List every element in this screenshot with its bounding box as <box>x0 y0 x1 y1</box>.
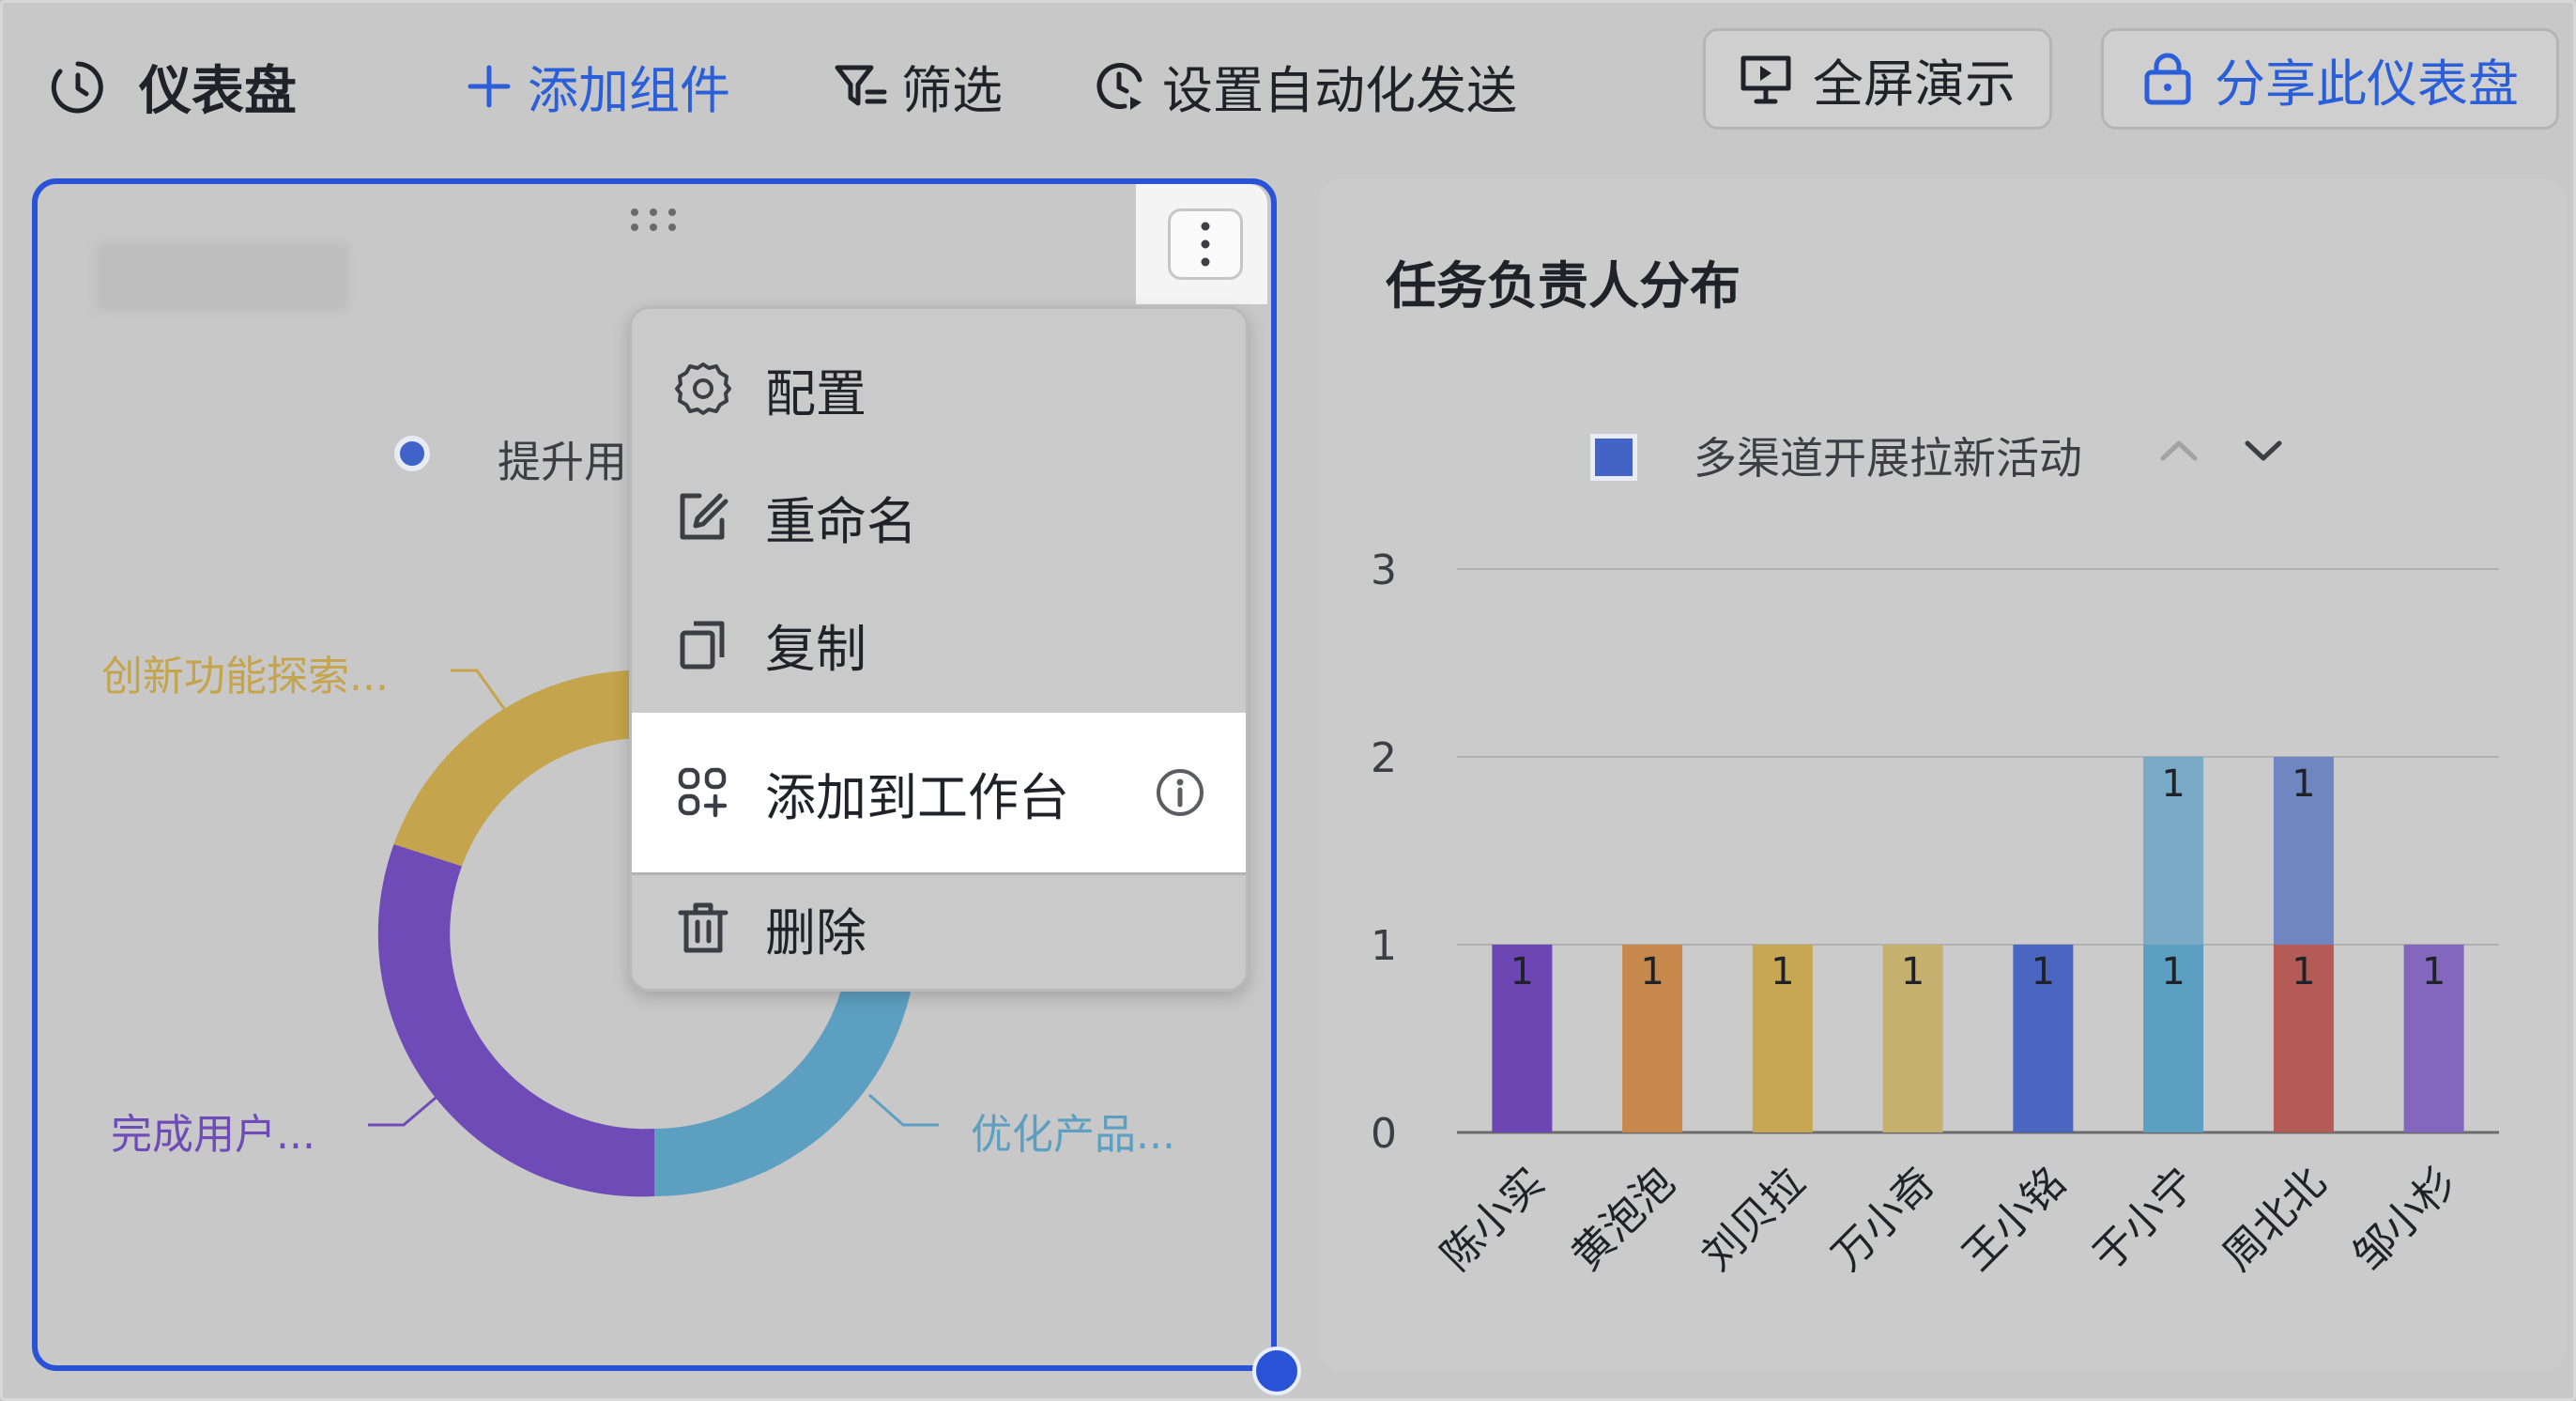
edit-icon <box>680 493 728 540</box>
bar-data-label: 1 <box>1771 950 1794 993</box>
lock-icon <box>2144 53 2191 105</box>
bar-chart-card[interactable]: 任务负责人分布 多渠道开展拉新活动 0 1 2 3 1 陈小实 1 黄泡泡 1 刘贝拉 1 万小奇 1 王… <box>1318 178 2567 1371</box>
x-tick-label: 陈小实 <box>1433 1159 1554 1280</box>
menu-item-duplicate[interactable]: 复制 <box>632 583 1246 705</box>
bar-data-label: 1 <box>2161 950 2185 993</box>
menu-item-label: 复制 <box>765 619 866 679</box>
filter-icon <box>835 65 887 105</box>
bar-data-label: 1 <box>2292 762 2315 806</box>
bar-data-label: 1 <box>2032 950 2055 993</box>
menu-item-label: 配置 <box>765 363 866 423</box>
add-widget-label: 添加组件 <box>528 61 730 120</box>
share-dashboard-button[interactable]: 分享此仪表盘 <box>2101 28 2559 130</box>
auto-send-button[interactable]: 设置自动化发送 <box>1093 49 1517 123</box>
add-widget-button[interactable]: 添加组件 <box>466 49 730 123</box>
y-tick-label: 3 <box>1371 547 1397 594</box>
x-tick-label: 邹小杉 <box>2344 1159 2465 1280</box>
y-tick-label: 0 <box>1371 1110 1397 1158</box>
menu-item-configure[interactable]: 配置 <box>632 328 1246 450</box>
menu-item-rename[interactable]: 重命名 <box>632 455 1246 577</box>
x-tick-label: 黄泡泡 <box>1563 1159 1684 1280</box>
fullscreen-label: 全屏演示 <box>1813 54 2016 114</box>
menu-divider <box>632 872 1246 875</box>
leader-line-optimize-product <box>868 1093 939 1127</box>
dashboard-title-group: 仪表盘 <box>49 49 297 125</box>
bar-data-label: 1 <box>1901 950 1924 993</box>
leader-line-innovation <box>451 669 507 711</box>
bar-data-label: 1 <box>2422 950 2446 993</box>
menu-item-add-to-workspace[interactable]: 添加到工作台 <box>632 713 1246 872</box>
fullscreen-button[interactable]: 全屏演示 <box>1703 28 2052 130</box>
trash-icon <box>678 902 728 953</box>
scheduled-send-icon <box>1096 62 1142 110</box>
x-tick-label: 王小铭 <box>1954 1159 2075 1280</box>
dashboard-clock-icon <box>51 61 103 113</box>
x-tick-label: 刘贝拉 <box>1693 1159 1814 1280</box>
bar-data-label: 1 <box>2292 950 2315 993</box>
bar-data-label: 1 <box>1510 950 1534 993</box>
x-tick-label: 周北北 <box>2214 1159 2335 1280</box>
slice-label-complete-user: 完成用户... <box>111 1111 315 1159</box>
gear-icon <box>675 362 731 415</box>
dashboard-toolbar: 仪表盘 添加组件 筛选 设置自动化发送 全屏演示 分享此仪表盘 <box>0 0 2576 160</box>
menu-item-label: 删除 <box>765 902 866 962</box>
y-tick-label: 2 <box>1371 734 1397 782</box>
slice-label-optimize-product: 优化产品... <box>971 1111 1175 1159</box>
donut-slice-innovation <box>393 670 654 867</box>
filter-button[interactable]: 筛选 <box>834 49 1003 123</box>
presentation-icon <box>1740 55 1791 104</box>
workspace-icon <box>678 767 728 818</box>
bar-data-label: 1 <box>2161 762 2185 806</box>
menu-item-label: 添加到工作台 <box>765 767 1069 827</box>
slice-label-innovation: 创新功能探索... <box>101 653 389 700</box>
plus-icon <box>468 65 511 107</box>
menu-item-delete[interactable]: 删除 <box>632 876 1246 979</box>
auto-send-label: 设置自动化发送 <box>1162 61 1517 120</box>
bar-data-label: 1 <box>1640 950 1664 993</box>
card-context-menu: 配置 重命名 复制 添加到工作台 删除 <box>629 306 1249 992</box>
y-tick-label: 1 <box>1371 922 1397 970</box>
share-dashboard-label: 分享此仪表盘 <box>2215 54 2519 114</box>
copy-icon <box>680 621 725 670</box>
bar-chart: 0 1 2 3 1 陈小实 1 黄泡泡 1 刘贝拉 1 万小奇 1 王小铭 1 1 于小宁 1 1 周北北 1 邹小杉 <box>1371 547 2499 1280</box>
x-tick-label: 于小宁 <box>2084 1159 2205 1280</box>
resize-handle[interactable] <box>1252 1347 1301 1395</box>
leader-line-complete-user <box>368 1091 442 1127</box>
donut-slice-complete-user <box>377 844 654 1197</box>
dashboard-title: 仪表盘 <box>139 61 297 122</box>
menu-item-label: 重命名 <box>765 491 917 551</box>
x-tick-label: 万小奇 <box>1823 1159 1944 1280</box>
info-icon[interactable] <box>1154 766 1206 819</box>
filter-label: 筛选 <box>901 61 1003 120</box>
